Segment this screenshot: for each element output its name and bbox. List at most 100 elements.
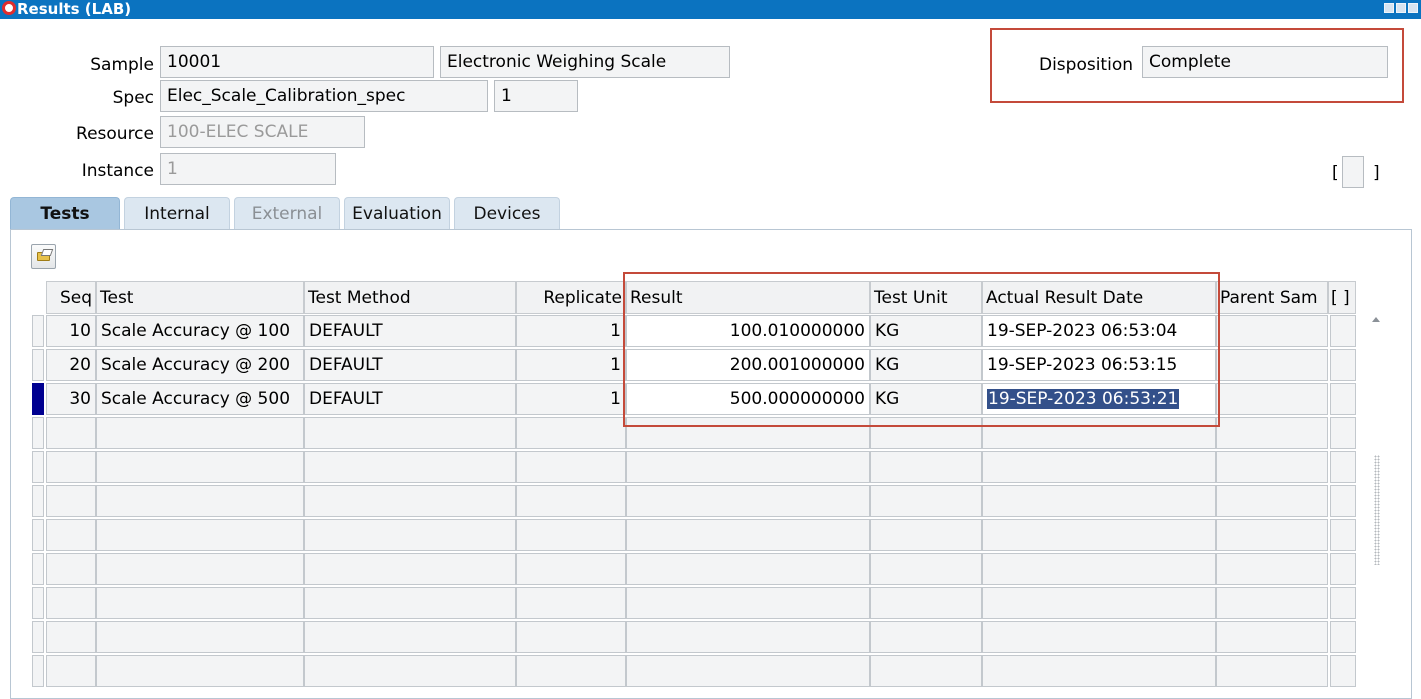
tab-external[interactable]: External [234,197,340,229]
cell-replicate[interactable] [516,417,626,449]
cell-seq[interactable] [46,485,96,517]
disposition-field[interactable]: Complete [1142,46,1388,78]
cell-test[interactable] [96,519,304,551]
scroll-up-arrow-icon[interactable] [1372,317,1380,322]
cell-test[interactable] [96,553,304,585]
cell-seq[interactable] [46,621,96,653]
tab-devices[interactable]: Devices [454,197,560,229]
cell-replicate[interactable] [516,587,626,619]
open-attachment-button[interactable] [31,244,56,269]
cell-test-unit[interactable]: KG [870,383,982,415]
cell-parent-sample[interactable] [1216,621,1328,653]
cell-test[interactable] [96,451,304,483]
row-selector[interactable] [32,587,44,619]
cell-result[interactable] [626,621,870,653]
minimize-icon[interactable] [1384,3,1394,13]
cell-seq[interactable] [46,587,96,619]
cell-test-unit[interactable]: KG [870,315,982,347]
cell-result[interactable]: 100.010000000 [626,315,870,347]
cell-test[interactable] [96,417,304,449]
cell-actual-result-date[interactable] [982,553,1216,585]
cell-extra[interactable] [1330,587,1356,619]
cell-replicate[interactable]: 1 [516,315,626,347]
cell-replicate[interactable] [516,655,626,687]
row-selector[interactable] [32,349,44,381]
cell-replicate[interactable] [516,621,626,653]
cell-extra[interactable] [1330,553,1356,585]
close-icon[interactable] [1408,3,1418,13]
cell-test[interactable] [96,621,304,653]
cell-actual-result-date[interactable]: 19-SEP-2023 06:53:21 [982,383,1216,415]
cell-test-method[interactable] [304,621,516,653]
row-selector[interactable] [32,621,44,653]
cell-test-method[interactable] [304,553,516,585]
cell-replicate[interactable] [516,519,626,551]
spec-field[interactable]: Elec_Scale_Calibration_spec [160,80,488,112]
cell-replicate[interactable] [516,451,626,483]
cell-extra[interactable] [1330,655,1356,687]
row-selector[interactable] [32,519,44,551]
cell-test-method[interactable] [304,485,516,517]
cell-extra[interactable] [1330,417,1356,449]
cell-extra[interactable] [1330,315,1356,347]
cell-result[interactable] [626,655,870,687]
cell-result[interactable] [626,451,870,483]
cell-replicate[interactable] [516,485,626,517]
cell-seq[interactable] [46,417,96,449]
cell-test-method[interactable] [304,587,516,619]
cell-extra[interactable] [1330,451,1356,483]
tab-evaluation[interactable]: Evaluation [344,197,450,229]
resource-field[interactable]: 100-ELEC SCALE [160,116,365,148]
cell-test-unit[interactable] [870,587,982,619]
cell-result[interactable] [626,553,870,585]
cell-actual-result-date[interactable] [982,655,1216,687]
cell-parent-sample[interactable] [1216,383,1328,415]
cell-test-method[interactable] [304,451,516,483]
column-header-actual-result-date[interactable]: Actual Result Date [982,281,1216,314]
cell-result[interactable] [626,519,870,551]
cell-test-method[interactable] [304,417,516,449]
cell-extra[interactable] [1330,485,1356,517]
cell-test-method[interactable]: DEFAULT [304,349,516,381]
cell-parent-sample[interactable] [1216,315,1328,347]
cell-test-method[interactable] [304,655,516,687]
cell-actual-result-date[interactable] [982,485,1216,517]
column-header-flexfield[interactable]: [ ] [1328,281,1356,314]
cell-parent-sample[interactable] [1216,553,1328,585]
cell-result[interactable] [626,485,870,517]
cell-replicate[interactable]: 1 [516,383,626,415]
cell-test-unit[interactable] [870,417,982,449]
cell-result[interactable]: 200.001000000 [626,349,870,381]
row-selector[interactable] [32,485,44,517]
row-selector[interactable] [32,553,44,585]
row-selector[interactable] [32,417,44,449]
sample-description-field[interactable]: Electronic Weighing Scale [440,46,730,78]
cell-extra[interactable] [1330,383,1356,415]
cell-seq[interactable] [46,451,96,483]
cell-replicate[interactable]: 1 [516,349,626,381]
cell-test-unit[interactable] [870,451,982,483]
cell-test-method[interactable]: DEFAULT [304,383,516,415]
column-header-parent-sample[interactable]: Parent Sam [1216,281,1328,314]
cell-test[interactable]: Scale Accuracy @ 100 [96,315,304,347]
descriptive-flexfield[interactable] [1342,156,1364,188]
cell-seq[interactable]: 30 [46,383,96,415]
maximize-icon[interactable] [1396,3,1406,13]
cell-seq[interactable] [46,655,96,687]
cell-extra[interactable] [1330,621,1356,653]
column-header-seq[interactable]: Seq [46,281,96,314]
cell-extra[interactable] [1330,519,1356,551]
cell-test[interactable] [96,485,304,517]
column-header-test-method[interactable]: Test Method [304,281,516,314]
cell-test[interactable]: Scale Accuracy @ 200 [96,349,304,381]
cell-seq[interactable] [46,553,96,585]
instance-field[interactable]: 1 [160,153,336,185]
cell-actual-result-date[interactable] [982,417,1216,449]
cell-replicate[interactable] [516,553,626,585]
cell-test-unit[interactable] [870,621,982,653]
cell-result[interactable] [626,587,870,619]
cell-parent-sample[interactable] [1216,349,1328,381]
column-header-test-unit[interactable]: Test Unit [870,281,982,314]
cell-parent-sample[interactable] [1216,485,1328,517]
cell-actual-result-date[interactable] [982,519,1216,551]
